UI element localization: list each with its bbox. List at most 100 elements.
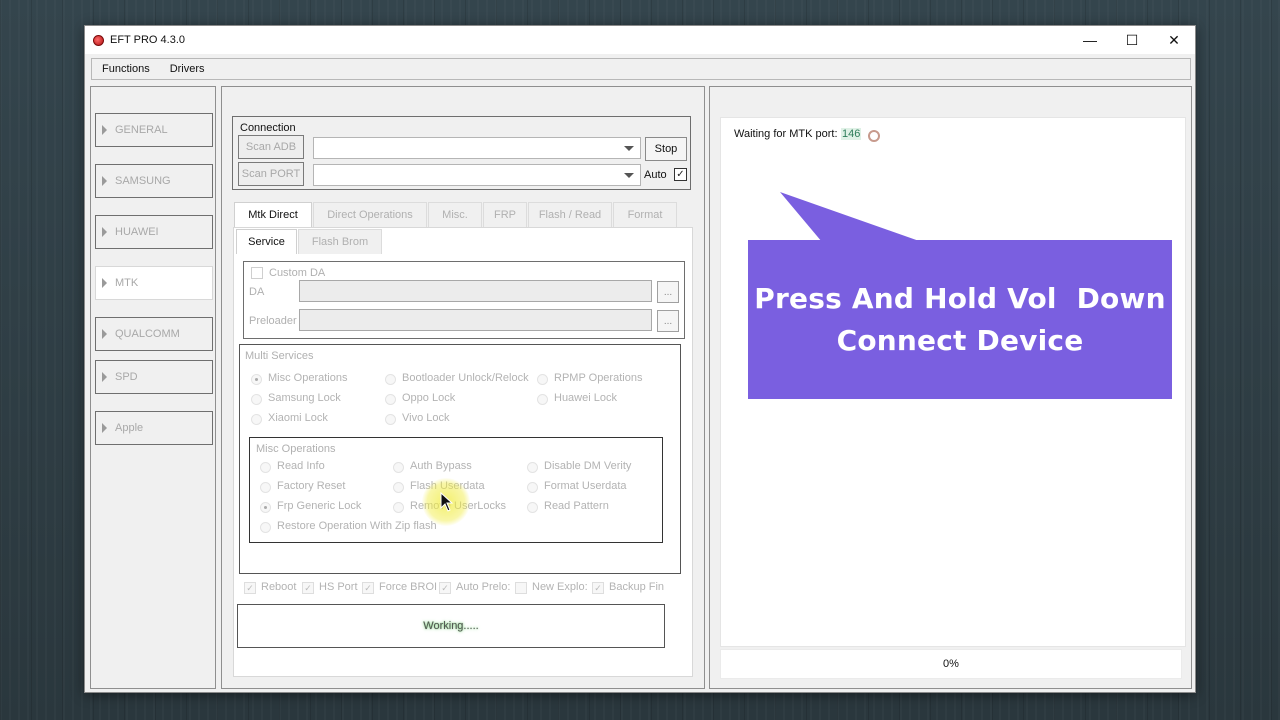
restore-zip-radio[interactable] [260,522,271,533]
tab-format[interactable]: Format [613,202,677,227]
huawei-lock-radio[interactable] [537,394,548,405]
auth-bypass-radio[interactable] [393,462,404,473]
read-info-label: Read Info [277,460,325,472]
sidebar-item-mtk[interactable]: MTK [95,266,213,300]
connection-group: Connection Scan ADB Stop Scan PORT Auto … [232,116,691,190]
caret-right-icon [102,372,107,382]
multi-services-group: Multi Services Misc Operations Bootloade… [239,344,681,574]
app-logo-icon [93,34,104,46]
read-pattern-label: Read Pattern [544,500,609,512]
custom-da-checkbox[interactable] [251,267,263,279]
progress-bar: 0% [720,649,1182,679]
flash-userdata-radio[interactable] [393,482,404,493]
sidebar: GENERAL SAMSUNG HUAWEI MTK QUALCOMM SPD … [90,86,216,689]
da-path-field[interactable] [299,280,652,302]
reboot-checkbox[interactable]: ✓ [244,582,256,594]
disable-dm-verity-radio[interactable] [527,462,538,473]
sidebar-item-general[interactable]: GENERAL [95,113,213,147]
menu-bar: Functions Drivers [91,58,1191,80]
preloader-browse-button[interactable]: ... [657,310,679,332]
tab-direct-operations[interactable]: Direct Operations [313,202,427,227]
force-brom-checkbox[interactable]: ✓ [362,582,374,594]
sidebar-item-label: GENERAL [115,124,168,136]
scan-port-button[interactable]: Scan PORT [238,162,304,186]
menu-drivers[interactable]: Drivers [160,63,215,75]
sidebar-item-label: SAMSUNG [115,175,171,187]
tab-mtk-direct[interactable]: Mtk Direct [234,202,312,227]
scan-adb-button[interactable]: Scan ADB [238,135,304,159]
waiting-label: Waiting for MTK port: [734,128,838,140]
auto-preloader-label: Auto Prelo: [456,581,511,593]
sidebar-item-samsung[interactable]: SAMSUNG [95,164,213,198]
callout-line-2: Connect Device [836,323,1084,357]
status-text: Working..... [423,620,479,632]
tab-misc[interactable]: Misc. [428,202,482,227]
mtk-panel: Connection Scan ADB Stop Scan PORT Auto … [221,86,705,689]
factory-reset-radio[interactable] [260,482,271,493]
progress-text: 0% [943,658,959,670]
sidebar-item-huawei[interactable]: HUAWEI [95,215,213,249]
tab-frp[interactable]: FRP [483,202,527,227]
sidebar-item-apple[interactable]: Apple [95,411,213,445]
hs-port-checkbox[interactable]: ✓ [302,582,314,594]
format-userdata-radio[interactable] [527,482,538,493]
read-pattern-radio[interactable] [527,502,538,513]
menu-functions[interactable]: Functions [92,63,160,75]
auth-bypass-label: Auth Bypass [410,460,472,472]
frp-generic-lock-radio[interactable] [260,502,271,513]
auto-preloader-checkbox[interactable]: ✓ [439,582,451,594]
samsung-lock-radio[interactable] [251,394,262,405]
stop-button[interactable]: Stop [645,137,687,161]
disable-dm-verity-label: Disable DM Verity [544,460,632,472]
vivo-lock-radio[interactable] [385,414,396,425]
preloader-label: Preloader [249,315,297,327]
auto-checkbox[interactable]: ✓ [674,168,687,181]
instruction-callout: Press And Hold Vol Down Connect Device [748,240,1172,399]
bootloader-radio[interactable] [385,374,396,385]
misc-operations-label: Misc Operations [268,372,348,384]
subtab-flash-brom[interactable]: Flash Brom [298,229,382,254]
new-exploit-checkbox[interactable] [515,582,527,594]
bootloader-label: Bootloader Unlock/Relock [402,372,529,384]
frp-generic-lock-label: Frp Generic Lock [277,500,362,512]
caret-right-icon [102,329,107,339]
da-browse-button[interactable]: ... [657,281,679,303]
new-exploit-label: New Explo: [532,581,588,593]
window-controls: — ☐ ✕ [1069,26,1195,54]
mtk-direct-page: Service Flash Brom Custom DA DA ... Prel… [233,227,693,677]
xiaomi-lock-radio[interactable] [251,414,262,425]
sidebar-item-qualcomm[interactable]: QUALCOMM [95,317,213,351]
tab-flash-read[interactable]: Flash / Read [528,202,612,227]
custom-da-group: Custom DA DA ... Preloader ... [243,261,685,339]
callout-line-1: Press And Hold Vol Down [754,281,1166,315]
port-select[interactable] [313,164,641,186]
mouse-cursor-icon [440,492,454,512]
caret-right-icon [102,227,107,237]
close-button[interactable]: ✕ [1153,26,1195,54]
remove-userlocks-radio[interactable] [393,502,404,513]
backup-checkbox[interactable]: ✓ [592,582,604,594]
misc-operations-radio[interactable] [251,374,262,385]
rpmp-radio[interactable] [537,374,548,385]
sidebar-item-label: MTK [115,277,139,289]
adb-device-select[interactable] [313,137,641,159]
subtab-service[interactable]: Service [236,229,297,254]
status-box: Working..... [237,604,665,648]
backup-label: Backup Fin [609,581,665,593]
sidebar-item-spd[interactable]: SPD [95,360,213,394]
da-label: DA [249,286,265,298]
oppo-lock-label: Oppo Lock [402,392,456,404]
read-info-radio[interactable] [260,462,271,473]
title-bar: EFT PRO 4.3.0 — ☐ ✕ [85,26,1195,54]
maximize-button[interactable]: ☐ [1111,26,1153,54]
oppo-lock-radio[interactable] [385,394,396,405]
format-userdata-label: Format Userdata [544,480,627,492]
auto-label: Auto [644,169,667,181]
misc-operations-title: Misc Operations [256,443,336,455]
chevron-down-icon [624,173,634,178]
sidebar-item-label: QUALCOMM [115,328,180,340]
caret-right-icon [102,176,107,186]
preloader-path-field[interactable] [299,309,652,331]
caret-right-icon [102,278,107,288]
minimize-button[interactable]: — [1069,26,1111,54]
